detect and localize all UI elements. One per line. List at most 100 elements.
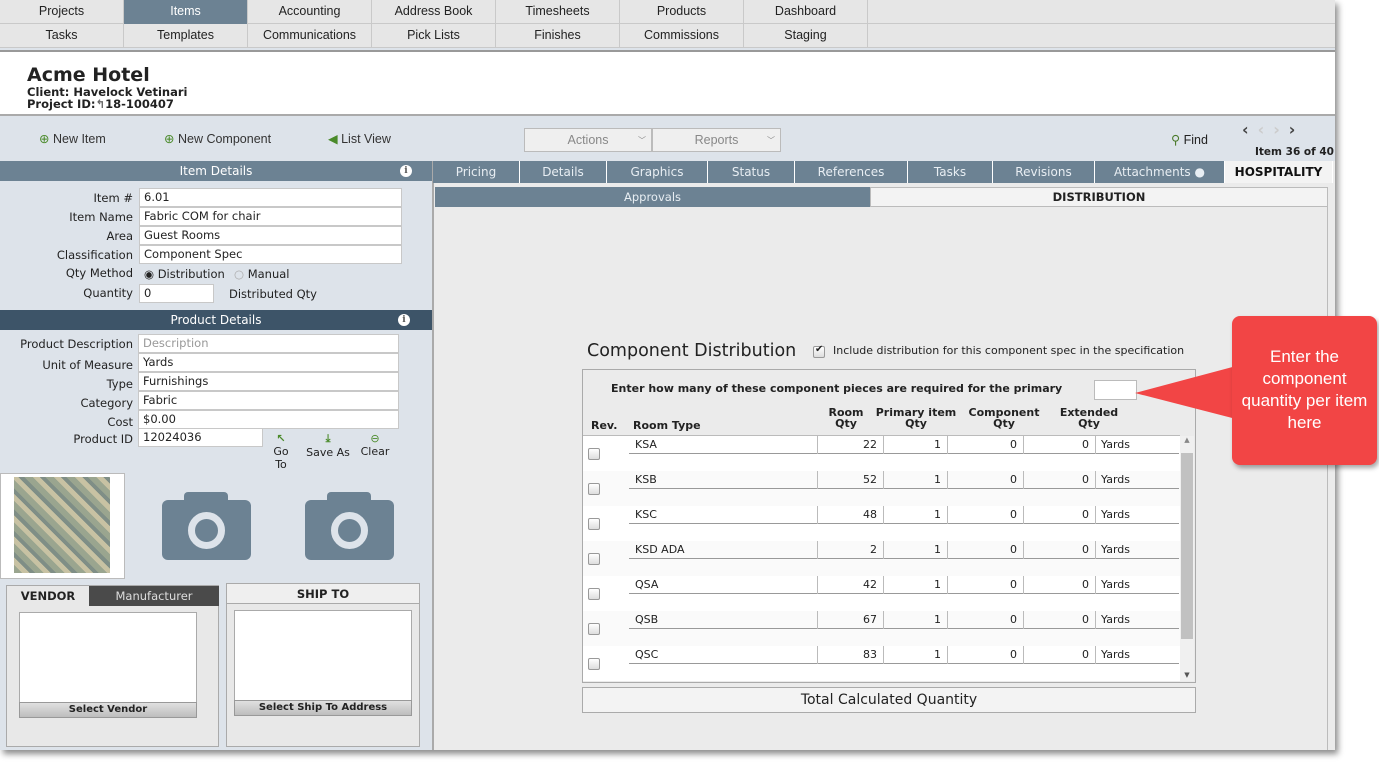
component-qty[interactable]: 0 [947, 471, 1023, 489]
nav-dashboard[interactable]: Dashboard [744, 0, 868, 24]
field-label: Category [80, 396, 133, 410]
nav-products[interactable]: Products [620, 0, 744, 24]
tab-revisions[interactable]: Revisions [993, 161, 1095, 183]
tab-graphics[interactable]: Graphics [607, 161, 708, 183]
reports-dropdown[interactable]: Reports ﹀ [652, 128, 781, 152]
nav-staging[interactable]: Staging [744, 24, 868, 48]
info-icon[interactable]: i [400, 165, 412, 177]
select-ship-to-button[interactable]: Select Ship To Address [234, 700, 412, 716]
list-view-label: List View [341, 132, 391, 146]
rev-checkbox[interactable] [588, 483, 600, 495]
nav-communications[interactable]: Communications [248, 24, 372, 48]
nav-pick-lists[interactable]: Pick Lists [372, 24, 496, 48]
field-input[interactable]: Fabric COM for chair [139, 207, 402, 226]
field-input[interactable]: Fabric [138, 391, 399, 410]
nav-items[interactable]: Items [124, 0, 248, 24]
actions-label: Actions [567, 133, 609, 147]
rev-checkbox[interactable] [588, 658, 600, 670]
rev-checkbox[interactable] [588, 448, 600, 460]
clear-button[interactable]: ⊖ Clear [360, 432, 390, 458]
primary-qty[interactable]: 1 [883, 541, 947, 559]
quantity-input[interactable]: 0 [139, 284, 214, 303]
rev-checkbox[interactable] [588, 588, 600, 600]
header-extended-qty: Extended Qty [1059, 406, 1119, 430]
component-qty[interactable]: 0 [947, 611, 1023, 629]
tab-status[interactable]: Status [708, 161, 795, 183]
field-input[interactable]: Furnishings [138, 372, 399, 391]
tab-pricing[interactable]: Pricing [433, 161, 520, 183]
field-input[interactable]: Component Spec [139, 245, 402, 264]
prev-item-icon[interactable]: ‹ [1258, 120, 1274, 139]
nav-accounting[interactable]: Accounting [248, 0, 372, 24]
tab-vendor[interactable]: VENDOR [7, 586, 89, 606]
reply-icon[interactable]: ↰ [95, 97, 105, 111]
info-icon[interactable]: i [398, 314, 410, 326]
nav-projects[interactable]: Projects [0, 0, 124, 24]
subtab-distribution[interactable]: DISTRIBUTION [870, 187, 1328, 207]
scrollbar[interactable]: ▲ ▼ [1180, 436, 1194, 681]
tab-hospitality[interactable]: HOSPITALITY [1225, 161, 1333, 183]
nav-finishes[interactable]: Finishes [496, 24, 620, 48]
primary-qty[interactable]: 1 [883, 471, 947, 489]
scroll-down-icon[interactable]: ▼ [1180, 671, 1194, 679]
last-item-icon[interactable]: › [1289, 120, 1305, 139]
extended-qty: 0 [1023, 436, 1095, 454]
find-button[interactable]: ⚲ Find [1171, 132, 1208, 147]
room-type: QSC [635, 648, 659, 661]
next-item-icon[interactable]: › [1273, 120, 1289, 139]
reports-label: Reports [694, 133, 739, 147]
primary-qty[interactable]: 1 [883, 611, 947, 629]
tab-details[interactable]: Details [520, 161, 607, 183]
tab-references[interactable]: References [795, 161, 908, 183]
component-qty[interactable]: 0 [947, 646, 1023, 664]
primary-qty[interactable]: 1 [883, 576, 947, 594]
primary-qty[interactable]: 1 [883, 506, 947, 524]
clear-label: Clear [360, 445, 390, 458]
nav-commissions[interactable]: Commissions [620, 24, 744, 48]
field-input[interactable]: Yards [138, 353, 399, 372]
primary-qty[interactable]: 1 [883, 646, 947, 664]
camera-icon[interactable] [305, 492, 394, 560]
field-input[interactable]: $0.00 [138, 410, 399, 429]
scrollbar-thumb[interactable] [1181, 453, 1193, 639]
extended-qty: 0 [1023, 646, 1095, 664]
nav-templates[interactable]: Templates [124, 24, 248, 48]
tab-tasks[interactable]: Tasks [908, 161, 993, 183]
qty-method-distribution[interactable]: ◉ Distribution [144, 267, 225, 281]
camera-icon[interactable] [162, 492, 251, 560]
primary-qty[interactable]: 1 [883, 436, 947, 454]
list-view-button[interactable]: ◀ List View [328, 131, 391, 146]
first-item-icon[interactable]: ‹ [1242, 120, 1258, 139]
select-vendor-button[interactable]: Select Vendor [19, 702, 197, 718]
product-image[interactable] [0, 473, 125, 579]
include-distribution-checkbox[interactable]: ✔ [813, 344, 825, 358]
qty-method-manual[interactable]: ○ Manual [234, 267, 290, 281]
product-id-input[interactable]: 12024036 [138, 428, 263, 447]
product-id-label: Product ID [73, 432, 133, 446]
component-qty[interactable]: 0 [947, 436, 1023, 454]
go-to-button[interactable]: ↖ Go To [266, 432, 296, 471]
room-type: QSA [635, 578, 659, 591]
component-qty[interactable]: 0 [947, 576, 1023, 594]
new-component-button[interactable]: ⊕ New Component [164, 131, 271, 146]
tab-manufacturer[interactable]: Manufacturer [89, 586, 219, 606]
tab-attachments[interactable]: Attachments ● [1095, 161, 1225, 183]
rev-checkbox[interactable] [588, 623, 600, 635]
component-qty[interactable]: 0 [947, 541, 1023, 559]
nav-tasks[interactable]: Tasks [0, 24, 124, 48]
nav-address-book[interactable]: Address Book [372, 0, 496, 24]
field-input[interactable]: Guest Rooms [139, 226, 402, 245]
product-description-label: Product Description [20, 337, 133, 351]
new-item-label: New Item [52, 132, 106, 146]
new-item-button[interactable]: ⊕ New Item [39, 131, 106, 146]
nav-timesheets[interactable]: Timesheets [496, 0, 620, 24]
rev-checkbox[interactable] [588, 553, 600, 565]
product-description-input[interactable]: Description [138, 334, 399, 353]
actions-dropdown[interactable]: Actions ﹀ [524, 128, 652, 152]
subtab-approvals[interactable]: Approvals [435, 187, 870, 207]
save-as-button[interactable]: ⤓ Save As [306, 432, 350, 459]
field-input[interactable]: 6.01 [139, 188, 402, 207]
check-icon: ✔ [815, 344, 824, 355]
component-qty[interactable]: 0 [947, 506, 1023, 524]
rev-checkbox[interactable] [588, 518, 600, 530]
